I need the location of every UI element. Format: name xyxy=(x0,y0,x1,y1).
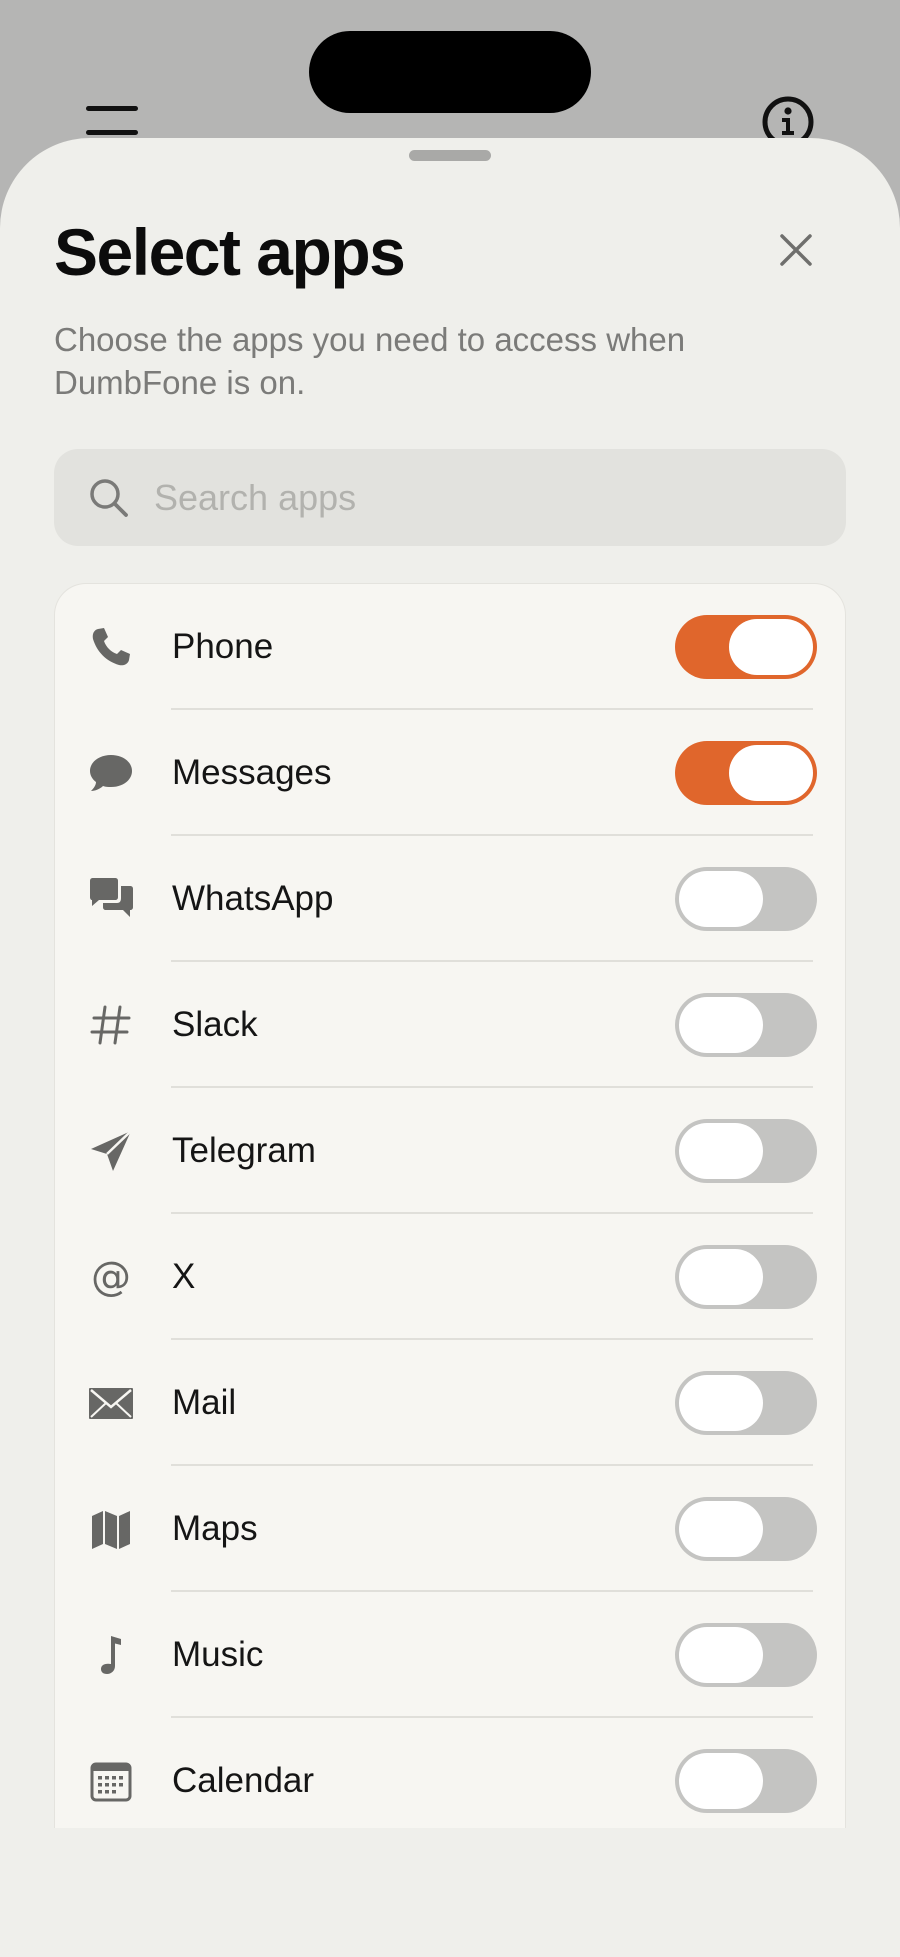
toggle-knob xyxy=(679,871,763,927)
toggle-slack[interactable] xyxy=(675,993,817,1057)
toggle-knob xyxy=(679,1249,763,1305)
toggle-maps[interactable] xyxy=(675,1497,817,1561)
sheet-grabber[interactable] xyxy=(409,150,491,161)
app-row-phone: Phone xyxy=(55,584,845,710)
app-row-whatsapp: WhatsApp xyxy=(55,836,845,962)
sheet-subtitle: Choose the apps you need to access when … xyxy=(54,321,686,401)
app-row-mail: Mail xyxy=(55,1340,845,1466)
app-label: Slack xyxy=(172,1005,258,1044)
toggle-calendar[interactable] xyxy=(675,1749,817,1813)
map-icon xyxy=(92,1511,130,1549)
app-label: Maps xyxy=(172,1509,258,1548)
search-icon xyxy=(90,479,128,517)
toggle-knob xyxy=(729,745,813,801)
toggle-knob xyxy=(679,1627,763,1683)
hashtag-icon xyxy=(90,1005,131,1045)
app-label: Telegram xyxy=(172,1131,316,1170)
svg-text:@: @ xyxy=(91,1254,131,1300)
app-row-telegram: Telegram xyxy=(55,1088,845,1214)
envelope-icon xyxy=(89,1388,133,1419)
app-label: WhatsApp xyxy=(172,879,334,918)
chat-bubbles-icon xyxy=(90,878,133,917)
phone-icon xyxy=(92,628,130,666)
select-apps-sheet: Select apps Choose the apps you need to … xyxy=(0,138,900,1957)
paper-plane-icon xyxy=(91,1130,132,1171)
app-list: Phone Messages WhatsApp Slack Telegram @ X Mail… xyxy=(54,583,846,1828)
menu-icon[interactable] xyxy=(86,106,138,136)
message-bubble-icon xyxy=(90,755,132,791)
search-input[interactable] xyxy=(154,449,814,546)
toggle-knob xyxy=(679,1123,763,1179)
toggle-knob xyxy=(679,1501,763,1557)
app-row-calendar: Calendar xyxy=(55,1718,845,1828)
toggle-knob xyxy=(729,619,813,675)
app-label: Calendar xyxy=(172,1761,315,1800)
toggle-x[interactable] xyxy=(675,1245,817,1309)
app-label: X xyxy=(172,1257,196,1296)
toggle-knob xyxy=(679,997,763,1053)
calendar-icon xyxy=(90,1762,132,1802)
app-label: Messages xyxy=(172,753,332,792)
toggle-whatsapp[interactable] xyxy=(675,867,817,931)
app-row-messages: Messages xyxy=(55,710,845,836)
screen: Select apps Choose the apps you need to … xyxy=(0,0,900,1957)
close-icon[interactable] xyxy=(776,230,816,270)
toggle-music[interactable] xyxy=(675,1623,817,1687)
app-row-slack: Slack xyxy=(55,962,845,1088)
music-note-icon xyxy=(101,1636,121,1674)
toggle-knob xyxy=(679,1753,763,1809)
app-row-music: Music xyxy=(55,1592,845,1718)
app-label: Music xyxy=(172,1635,264,1674)
app-label: Phone xyxy=(172,627,274,666)
at-sign-icon: @ xyxy=(91,1254,131,1300)
dynamic-island xyxy=(309,31,591,113)
toggle-mail[interactable] xyxy=(675,1371,817,1435)
toggle-phone[interactable] xyxy=(675,615,817,679)
toggle-telegram[interactable] xyxy=(675,1119,817,1183)
app-row-maps: Maps xyxy=(55,1466,845,1592)
toggle-messages[interactable] xyxy=(675,741,817,805)
app-label: Mail xyxy=(172,1383,237,1422)
toggle-knob xyxy=(679,1375,763,1431)
sheet-title: Select apps xyxy=(54,215,406,289)
app-row-x: @ X xyxy=(55,1214,845,1340)
search-bar[interactable] xyxy=(54,449,846,546)
